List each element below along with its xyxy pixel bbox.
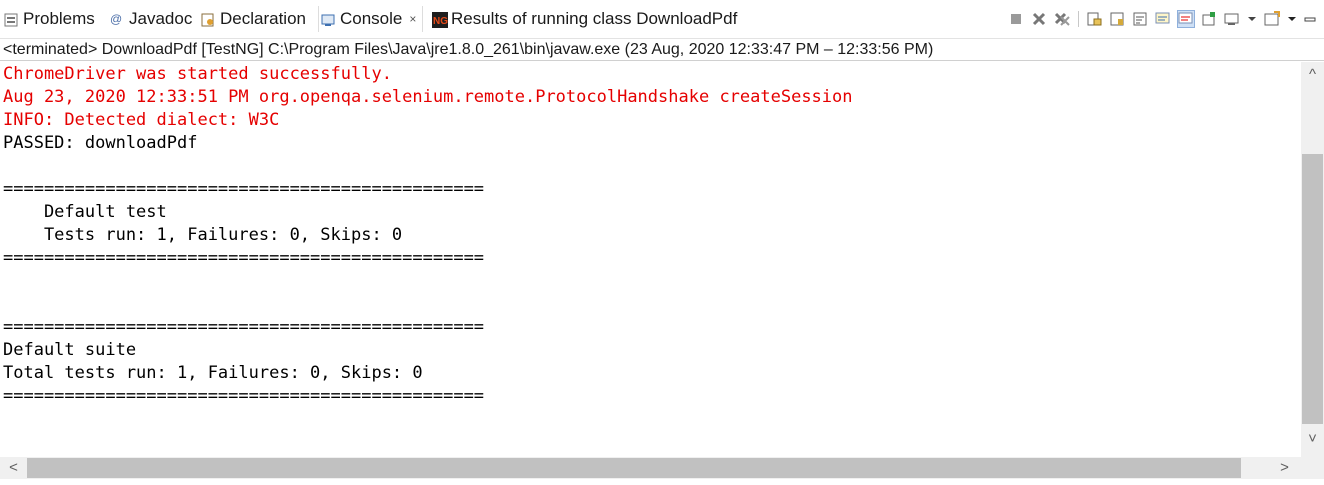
clear-console-icon[interactable]: [1086, 11, 1102, 27]
console-line: Aug 23, 2020 12:33:51 PM org.openqa.sele…: [3, 87, 853, 107]
tab-declaration[interactable]: Declaration: [201, 6, 306, 32]
console-line: INFO: Detected dialect: W3C: [3, 110, 280, 130]
console-line: PASSED: downloadPdf: [3, 133, 198, 153]
javadoc-icon: @: [110, 12, 123, 26]
remove-all-terminated-icon[interactable]: [1054, 11, 1070, 27]
tab-label: Declaration: [220, 9, 306, 28]
console-line: ========================================…: [3, 248, 485, 268]
process-status: <terminated> DownloadPdf [TestNG] C:\Pro…: [0, 39, 1324, 61]
scroll-left-arrow[interactable]: <: [2, 459, 25, 476]
open-console-icon[interactable]: [1264, 11, 1280, 27]
display-selected-console-icon[interactable]: [1224, 11, 1240, 27]
minimize-icon[interactable]: [1304, 11, 1316, 27]
horizontal-scrollbar[interactable]: < >: [0, 457, 1301, 479]
console-line: ChromeDriver was started successfully.: [3, 64, 392, 84]
tab-label: Javadoc: [129, 9, 193, 28]
scrollbar-corner: [1301, 457, 1324, 479]
console-icon: [321, 12, 335, 26]
vertical-scroll-thumb[interactable]: [1302, 154, 1323, 424]
scroll-right-arrow[interactable]: >: [1273, 459, 1296, 476]
word-wrap-icon[interactable]: [1132, 11, 1148, 27]
horizontal-scroll-thumb[interactable]: [27, 458, 1241, 478]
scroll-lock-icon[interactable]: [1109, 11, 1125, 27]
vertical-scrollbar[interactable]: ^ ˅: [1301, 62, 1324, 457]
console-toolbar: [1001, 6, 1316, 32]
terminate-icon[interactable]: [1008, 11, 1024, 27]
console-line: ========================================…: [3, 317, 485, 337]
tab-problems[interactable]: Problems: [4, 6, 95, 32]
console-line: Default suite: [3, 340, 137, 360]
console-output[interactable]: ChromeDriver was started successfully. Au…: [0, 62, 1301, 457]
remove-launch-icon[interactable]: [1031, 11, 1047, 27]
tab-testng-results[interactable]: NG Results of running class DownloadPdf: [432, 6, 737, 32]
testng-icon: NG: [432, 12, 448, 28]
show-on-stdout-icon[interactable]: [1155, 11, 1171, 27]
pin-console-icon[interactable]: [1201, 11, 1217, 27]
tab-console[interactable]: Console ×: [318, 6, 424, 32]
tab-label: Console: [340, 9, 403, 28]
view-menu-icon[interactable]: [1287, 11, 1297, 27]
console-line: Tests run: 1, Failures: 0, Skips: 0: [3, 225, 403, 245]
tab-label: Problems: [23, 9, 95, 28]
svg-text:NG: NG: [433, 16, 448, 27]
tab-label: Results of running class DownloadPdf: [451, 9, 738, 28]
chevron-down-icon[interactable]: [1247, 11, 1257, 27]
console-line: Total tests run: 1, Failures: 0, Skips: …: [3, 363, 423, 383]
show-on-stderr-icon[interactable]: [1177, 10, 1195, 28]
scroll-up-arrow[interactable]: ^: [1301, 66, 1324, 83]
console-line: ========================================…: [3, 386, 485, 406]
console-line: ========================================…: [3, 179, 485, 199]
close-icon[interactable]: ×: [409, 12, 416, 26]
bottom-edge: [0, 479, 1324, 485]
scroll-down-arrow[interactable]: ˅: [1301, 430, 1324, 447]
problems-icon: [4, 12, 18, 27]
tab-javadoc[interactable]: @ Javadoc: [110, 6, 192, 32]
console-line: Default test: [3, 202, 167, 222]
declaration-icon: [201, 12, 215, 27]
toolbar-separator: [1078, 11, 1079, 27]
view-tab-bar: Problems @ Javadoc Declaration Console ×…: [0, 0, 1324, 39]
